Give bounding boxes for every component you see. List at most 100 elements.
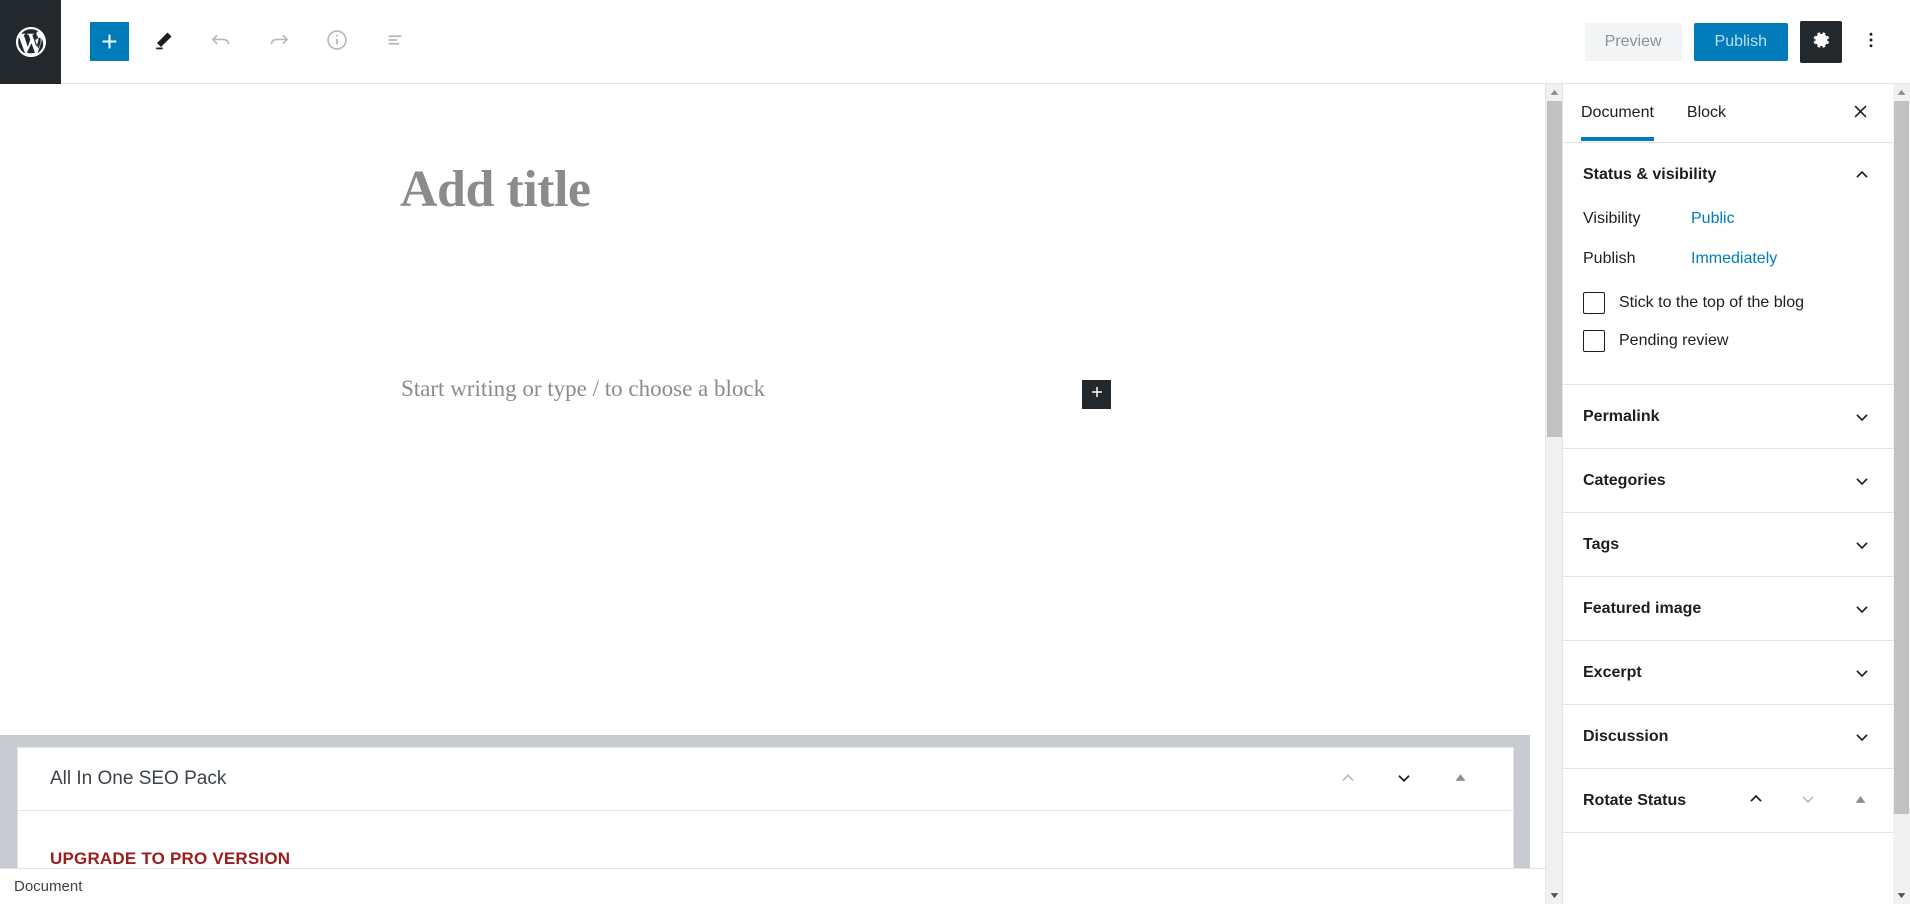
categories-panel-header[interactable]: Categories xyxy=(1563,449,1893,512)
plus-icon xyxy=(1089,384,1105,405)
content-info-button[interactable] xyxy=(315,20,359,64)
seo-move-up-button[interactable] xyxy=(1333,764,1363,794)
chevron-down-icon xyxy=(1851,726,1873,748)
chevron-down-icon xyxy=(1851,406,1873,428)
permalink-panel-header[interactable]: Permalink xyxy=(1563,385,1893,448)
chevron-down-icon xyxy=(1851,534,1873,556)
inline-block-inserter-button[interactable] xyxy=(1082,380,1111,409)
categories-panel-title: Categories xyxy=(1583,471,1666,489)
rotate-status-panel-header[interactable]: Rotate Status xyxy=(1563,769,1893,832)
chevron-down-icon xyxy=(1851,598,1873,620)
add-block-button[interactable] xyxy=(90,22,129,61)
breadcrumb: Document xyxy=(14,878,83,895)
status-panel-body: Visibility Public Publish Immediately St… xyxy=(1563,206,1893,384)
undo-arrow-icon xyxy=(208,27,234,56)
chevron-up-icon xyxy=(1337,767,1359,792)
sticky-post-checkbox[interactable] xyxy=(1583,292,1605,314)
publish-row: Publish Immediately xyxy=(1583,246,1873,286)
publish-date-value-button[interactable]: Immediately xyxy=(1691,250,1777,268)
visibility-value-button[interactable]: Public xyxy=(1691,210,1735,228)
gear-icon xyxy=(1810,29,1832,54)
chevron-down-icon xyxy=(1797,788,1819,813)
tab-document[interactable]: Document xyxy=(1581,86,1670,141)
publish-button[interactable]: Publish xyxy=(1693,22,1788,61)
discussion-panel-header[interactable]: Discussion xyxy=(1563,705,1893,768)
sticky-post-row[interactable]: Stick to the top of the blog xyxy=(1583,286,1873,324)
rotate-status-controls xyxy=(1743,788,1873,814)
wordpress-logo-icon xyxy=(13,24,49,60)
permalink-panel-title: Permalink xyxy=(1583,407,1660,425)
pencil-icon xyxy=(151,28,176,56)
sidebar-scroll-up-arrow-icon[interactable] xyxy=(1893,84,1910,101)
triangle-up-icon xyxy=(1853,792,1868,810)
triangle-up-icon xyxy=(1453,770,1468,788)
excerpt-panel-title: Excerpt xyxy=(1583,663,1642,681)
status-panel-title: Status & visibility xyxy=(1583,165,1717,183)
editor-content-area: Add title Start writing or type / to cho… xyxy=(0,84,1545,904)
wordpress-logo-button[interactable] xyxy=(0,0,61,84)
discussion-panel-title: Discussion xyxy=(1583,727,1669,745)
panel-tags: Tags xyxy=(1563,513,1893,577)
seo-panel-controls xyxy=(1333,764,1513,794)
status-panel-header[interactable]: Status & visibility xyxy=(1563,143,1893,206)
edit-mode-button[interactable] xyxy=(141,20,185,64)
tags-panel-title: Tags xyxy=(1583,535,1620,553)
close-icon xyxy=(1851,102,1870,124)
settings-button[interactable] xyxy=(1800,20,1842,63)
panel-excerpt: Excerpt xyxy=(1563,641,1893,705)
sidebar-scroll-down-arrow-icon[interactable] xyxy=(1893,887,1910,904)
toolbar-left-group xyxy=(61,20,419,64)
plus-icon xyxy=(99,31,120,52)
pending-review-checkbox[interactable] xyxy=(1583,330,1605,352)
seo-move-down-button[interactable] xyxy=(1389,764,1419,794)
panel-categories: Categories xyxy=(1563,449,1893,513)
sidebar-scrollbar[interactable] xyxy=(1893,84,1910,904)
panel-featured-image: Featured image xyxy=(1563,577,1893,641)
panel-permalink: Permalink xyxy=(1563,385,1893,449)
preview-button[interactable]: Preview xyxy=(1584,22,1682,61)
panel-rotate-status: Rotate Status xyxy=(1563,769,1893,833)
chevron-down-icon xyxy=(1393,767,1415,792)
upgrade-to-pro-link[interactable]: UPGRADE TO PRO VERSION xyxy=(50,849,290,868)
featured-image-panel-header[interactable]: Featured image xyxy=(1563,577,1893,640)
tags-panel-header[interactable]: Tags xyxy=(1563,513,1893,576)
wordpress-block-editor: Preview Publish Add title Start writing … xyxy=(0,0,1910,904)
panel-discussion: Discussion xyxy=(1563,705,1893,769)
editor-scrollbar-thumb[interactable] xyxy=(1547,101,1562,437)
block-navigation-button[interactable] xyxy=(373,20,417,64)
seo-panel-header[interactable]: All In One SEO Pack xyxy=(18,748,1513,811)
rotate-status-move-up-button[interactable] xyxy=(1743,788,1769,814)
editor-scrollbar[interactable] xyxy=(1545,84,1562,904)
info-circle-icon xyxy=(324,27,350,56)
seo-panel-title: All In One SEO Pack xyxy=(50,768,227,789)
more-options-button[interactable] xyxy=(1854,21,1888,63)
redo-button[interactable] xyxy=(257,20,301,64)
featured-image-panel-title: Featured image xyxy=(1583,599,1702,617)
kebab-menu-icon xyxy=(1861,30,1881,53)
sidebar-scrollbar-thumb[interactable] xyxy=(1894,101,1909,814)
editor-toolbar: Preview Publish xyxy=(0,0,1910,84)
pending-review-label: Pending review xyxy=(1619,332,1729,349)
post-title-input[interactable]: Add title xyxy=(400,160,591,219)
sidebar-tabs: Document Block xyxy=(1563,84,1893,143)
default-block-input[interactable]: Start writing or type / to choose a bloc… xyxy=(401,376,765,402)
seo-collapse-toggle-button[interactable] xyxy=(1445,764,1475,794)
pending-review-row[interactable]: Pending review xyxy=(1583,324,1873,362)
rotate-status-collapse-toggle-button[interactable] xyxy=(1847,788,1873,814)
excerpt-panel-header[interactable]: Excerpt xyxy=(1563,641,1893,704)
scroll-down-arrow-icon[interactable] xyxy=(1546,887,1563,904)
rotate-status-panel-title: Rotate Status xyxy=(1583,791,1687,809)
block-navigation-icon xyxy=(382,27,408,56)
visibility-row: Visibility Public xyxy=(1583,206,1873,246)
publish-date-label: Publish xyxy=(1583,250,1636,267)
visibility-label: Visibility xyxy=(1583,210,1641,227)
close-sidebar-button[interactable] xyxy=(1843,96,1877,130)
tab-block[interactable]: Block xyxy=(1687,86,1742,140)
editor-status-bar: Document xyxy=(0,868,1545,904)
chevron-down-icon xyxy=(1851,470,1873,492)
sticky-post-label: Stick to the top of the blog xyxy=(1619,294,1805,311)
undo-button[interactable] xyxy=(199,20,243,64)
scroll-up-arrow-icon[interactable] xyxy=(1546,84,1563,101)
rotate-status-move-down-button[interactable] xyxy=(1795,788,1821,814)
toolbar-right-group: Preview Publish xyxy=(1584,20,1910,63)
